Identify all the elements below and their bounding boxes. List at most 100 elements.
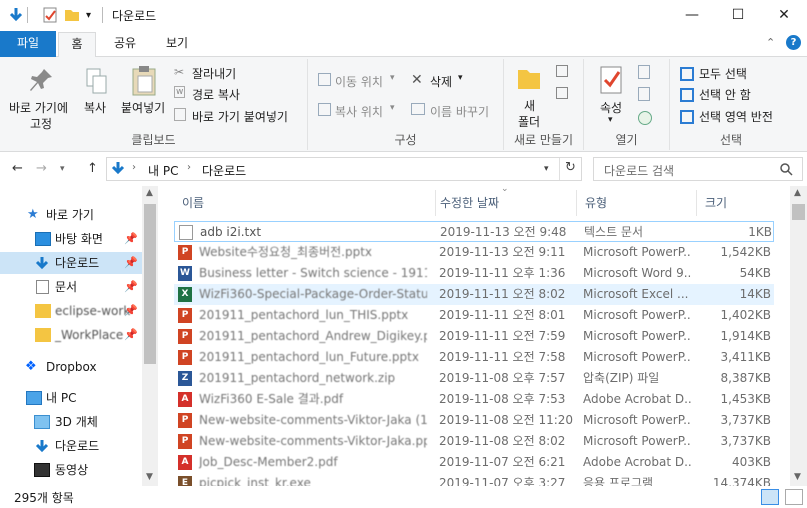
address-bar[interactable]: › 내 PC › 다운로드 ▾ ↻	[106, 157, 582, 181]
file-date: 2019-11-11 오전 8:02	[439, 287, 566, 301]
pin-quick-access-label-1[interactable]: 바로 가기에	[9, 99, 68, 116]
nav-this-pc[interactable]: 내 PC	[0, 387, 142, 409]
file-row[interactable]: P 201911_pentachord_lun_Future.pptx 2019-1…	[174, 347, 774, 368]
file-row[interactable]: A WizFi360 E-Sale 결과.pdf 2019-11-08 오후 7:5…	[174, 389, 774, 410]
maximize-button[interactable]: ☐	[715, 0, 761, 31]
scroll-up-icon[interactable]: ▲	[146, 188, 153, 198]
back-arrow-icon[interactable]: ←	[12, 161, 23, 176]
address-dropdown-icon[interactable]: ▾	[544, 164, 549, 174]
list-scrollbar[interactable]: ▲ ▼	[790, 186, 807, 486]
search-input[interactable]: 다운로드 검색	[604, 162, 674, 179]
file-row[interactable]: X WizFi360-Special-Package-Order-Status.x…	[174, 284, 774, 305]
select-all-button[interactable]: 모두 선택	[699, 65, 747, 82]
window-title: 다운로드	[112, 9, 157, 23]
column-header-name[interactable]: 이름	[174, 190, 436, 216]
tab-view[interactable]: 보기	[158, 32, 196, 56]
column-header-type[interactable]: 유형	[577, 190, 697, 216]
forward-arrow-icon[interactable]: →	[36, 161, 47, 176]
download-folder-icon	[111, 162, 125, 175]
help-icon[interactable]: ?	[786, 35, 801, 50]
select-group-label: 선택	[719, 133, 743, 147]
new-group: 새 폴더 새로 만들기	[504, 59, 584, 150]
scroll-down-icon[interactable]: ▼	[794, 472, 801, 482]
nav-item-pc-downloads[interactable]: 다운로드	[0, 435, 142, 457]
delete-button[interactable]: 삭제	[430, 73, 452, 90]
rename-button[interactable]: 이름 바꾸기	[430, 103, 489, 120]
file-row[interactable]: P 201911_pentachord_lun_THIS.pptx 2019-11-…	[174, 305, 774, 326]
nav-label: 동영상	[55, 463, 89, 477]
powerpoint-icon: P	[178, 350, 192, 365]
nav-dropbox[interactable]: ❖ Dropbox	[0, 356, 142, 378]
up-arrow-icon[interactable]: ↑	[87, 161, 98, 176]
details-view-icon[interactable]	[761, 489, 779, 505]
close-button[interactable]: ✕	[761, 0, 807, 31]
tab-file[interactable]: 파일	[0, 31, 56, 57]
file-row[interactable]: adb i2i.txt 2019-11-13 오전 9:48 텍스트 문서 1KB	[174, 221, 774, 242]
open-icon[interactable]	[638, 65, 650, 79]
breadcrumb-downloads[interactable]: 다운로드	[202, 162, 246, 179]
customize-quick-access-icon[interactable]: ▾	[86, 10, 91, 26]
file-size: 1,453KB	[720, 392, 771, 406]
refresh-icon[interactable]: ↻	[565, 160, 576, 175]
copy-button[interactable]: 복사	[84, 99, 106, 116]
nav-scroll-thumb[interactable]	[144, 204, 156, 364]
copy-path-button[interactable]: 경로 복사	[192, 86, 240, 103]
file-row[interactable]: P New-website-comments-Viktor-Jaka.pptx 20…	[174, 431, 774, 452]
file-size: 1KB	[748, 225, 772, 239]
edit-icon[interactable]	[638, 87, 650, 101]
nav-item-downloads[interactable]: 다운로드 📌	[0, 252, 142, 274]
easy-access-icon[interactable]	[556, 87, 568, 99]
pin-quick-access-label-2[interactable]: 고정	[30, 115, 52, 132]
select-none-button[interactable]: 선택 안 함	[699, 86, 751, 103]
download-arrow-icon[interactable]	[8, 7, 24, 23]
file-row[interactable]: A Job_Desc-Member2.pdf 2019-11-07 오전 6:21 A…	[174, 452, 774, 473]
nav-item-workplace[interactable]: _WorkPlace 📌	[0, 324, 142, 346]
recent-locations-icon[interactable]: ▾	[60, 164, 65, 174]
tab-share[interactable]: 공유	[106, 32, 144, 56]
collapse-ribbon-icon[interactable]: ⌃	[766, 36, 775, 49]
paste-shortcut-button[interactable]: 바로 가기 붙여넣기	[192, 108, 288, 125]
new-item-icon[interactable]	[556, 65, 568, 77]
search-box[interactable]: 다운로드 검색	[593, 157, 803, 181]
nav-item-eclipse-work[interactable]: eclipse-work 📌	[0, 300, 142, 322]
file-row[interactable]: P Website수정요청_최종버전.pptx 2019-11-13 오전 9:11…	[174, 242, 774, 263]
new-folder-label-2[interactable]: 폴더	[518, 113, 540, 130]
nav-quick-access[interactable]: ★ 바로 가기	[0, 204, 142, 226]
clipboard-group-label: 클립보드	[131, 133, 176, 147]
file-row[interactable]: P 201911_pentachord_Andrew_Digikey.pptx 20…	[174, 326, 774, 347]
file-row[interactable]: W Business letter - Switch science - 1911…	[174, 263, 774, 284]
history-icon[interactable]	[638, 111, 652, 125]
nav-item-3d-objects[interactable]: 3D 개체	[0, 411, 142, 433]
text-file-icon	[179, 225, 193, 240]
breadcrumb-this-pc[interactable]: 내 PC	[148, 162, 178, 179]
scroll-down-icon[interactable]: ▼	[146, 472, 153, 482]
file-row[interactable]: Z 201911_pentachord_network.zip 2019-11-08…	[174, 368, 774, 389]
breadcrumb-chevron-icon[interactable]: ›	[132, 162, 136, 173]
file-size: 3,737KB	[720, 434, 771, 448]
cut-button[interactable]: 잘라내기	[192, 65, 236, 82]
properties-button[interactable]: 속성	[600, 99, 622, 116]
file-row[interactable]: P New-website-comments-Viktor-Jaka (1).pp…	[174, 410, 774, 431]
nav-item-videos[interactable]: 동영상	[0, 459, 142, 481]
tab-home[interactable]: 홈	[58, 32, 96, 58]
copy-to-button[interactable]: 복사 위치	[335, 103, 383, 120]
scroll-up-icon[interactable]: ▲	[794, 188, 801, 198]
breadcrumb-chevron-icon[interactable]: ›	[187, 162, 191, 173]
new-folder-label-1[interactable]: 새	[524, 97, 535, 114]
large-icons-view-icon[interactable]	[785, 489, 803, 505]
paste-button[interactable]: 붙여넣기	[121, 99, 165, 116]
new-folder-icon[interactable]	[64, 7, 80, 23]
nav-item-documents[interactable]: 문서 📌	[0, 276, 142, 298]
pin-icon: 📌	[124, 280, 138, 293]
move-to-button[interactable]: 이동 위치	[335, 73, 383, 90]
file-type: Microsoft PowerP...	[583, 245, 691, 259]
properties-check-icon[interactable]	[42, 7, 58, 23]
nav-item-desktop[interactable]: 바탕 화면 📌	[0, 228, 142, 250]
list-scroll-thumb[interactable]	[792, 204, 805, 220]
column-header-size[interactable]: 크기	[697, 190, 774, 216]
nav-scrollbar[interactable]: ▲ ▼	[142, 186, 158, 486]
file-date: 2019-11-13 오전 9:11	[439, 245, 566, 259]
computer-icon	[26, 391, 42, 405]
minimize-button[interactable]: —	[669, 0, 715, 31]
invert-selection-button[interactable]: 선택 영역 반전	[699, 108, 773, 125]
